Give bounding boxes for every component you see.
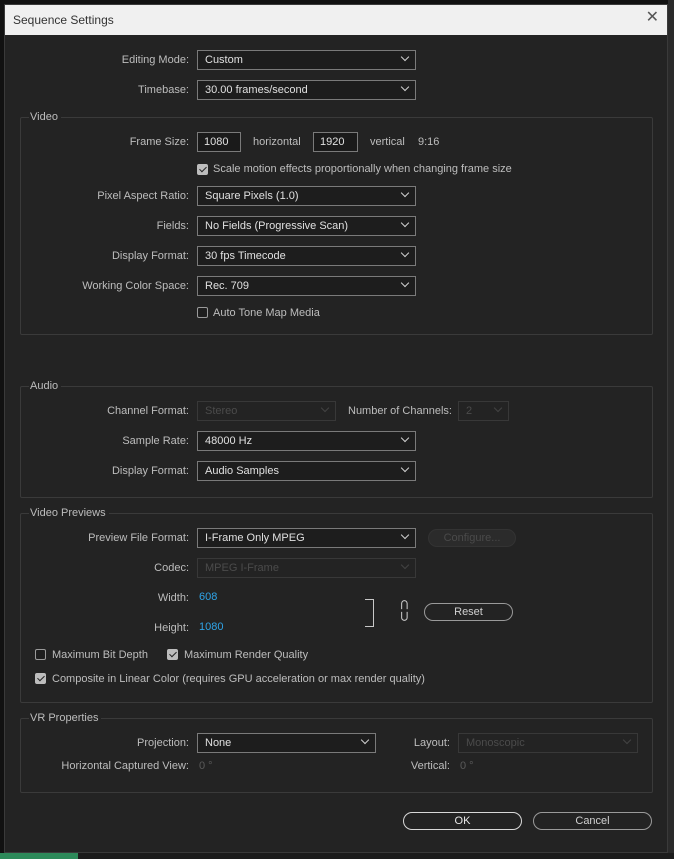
chevron-down-icon (400, 463, 410, 473)
audio-display-format-dropdown[interactable]: Audio Samples (197, 461, 416, 481)
composite-linear-checkbox[interactable] (35, 673, 46, 684)
configure-button: Configure... (428, 529, 516, 547)
layout-dropdown: Monoscopic (458, 733, 638, 753)
channel-format-dropdown: Stereo (197, 401, 336, 421)
frame-size-label: Frame Size: (129, 136, 189, 148)
video-display-format-dropdown[interactable]: 30 fps Timecode (197, 246, 416, 266)
chevron-down-icon (493, 403, 503, 413)
video-previews-group-title: Video Previews (29, 507, 109, 519)
horizontal-label: horizontal (253, 136, 301, 148)
fields-label: Fields: (156, 220, 189, 232)
background-timeline-accent (0, 853, 78, 859)
chevron-down-icon (400, 433, 410, 443)
background-app-right (668, 0, 674, 859)
chevron-down-icon (320, 403, 330, 413)
chevron-down-icon (400, 188, 410, 198)
working-color-label: Working Color Space: (82, 280, 189, 292)
horizontal-captured-view-value: 0 ° (199, 760, 213, 772)
chevron-down-icon (400, 218, 410, 228)
close-icon[interactable]: ✕ (646, 10, 659, 26)
preview-width-label: Width: (157, 592, 189, 604)
auto-tone-checkbox[interactable] (197, 307, 208, 318)
scale-motion-label: Scale motion effects proportionally when… (213, 163, 512, 175)
chevron-down-icon (400, 248, 410, 258)
num-channels-label: Number of Channels: (348, 405, 452, 417)
codec-dropdown: MPEG I-Frame (197, 558, 416, 578)
timebase-label: Timebase: (138, 84, 189, 96)
vr-properties-group (20, 718, 653, 793)
background-app-bottom (0, 853, 674, 859)
title-bar: Sequence Settings ✕ (5, 5, 667, 35)
editing-mode-dropdown[interactable]: Custom (197, 50, 416, 70)
max-render-quality-checkbox[interactable] (167, 649, 178, 660)
max-bit-depth-checkbox[interactable] (35, 649, 46, 660)
timebase-dropdown[interactable]: 30.00 frames/second (197, 80, 416, 100)
reset-button[interactable]: Reset (424, 603, 513, 621)
projection-dropdown[interactable]: None (197, 733, 376, 753)
chevron-down-icon (400, 278, 410, 288)
aspect-ratio-text: 9:16 (418, 136, 440, 148)
chevron-down-icon (400, 82, 410, 92)
max-render-quality-label: Maximum Render Quality (184, 649, 309, 661)
vr-vertical-label: Vertical: (410, 760, 450, 772)
preview-width-value[interactable]: 608 (199, 591, 217, 603)
chevron-down-icon (622, 735, 632, 745)
chevron-down-icon (400, 530, 410, 540)
frame-width-input[interactable]: 1080 (197, 132, 241, 152)
scale-motion-checkbox[interactable] (197, 164, 208, 175)
pixel-aspect-dropdown[interactable]: Square Pixels (1.0) (197, 186, 416, 206)
horizontal-captured-view-label: Horizontal Captured View: (61, 760, 189, 772)
ok-button[interactable]: OK (403, 812, 522, 830)
cancel-button[interactable]: Cancel (533, 812, 652, 830)
video-group-title: Video (29, 111, 61, 123)
fields-dropdown[interactable]: No Fields (Progressive Scan) (197, 216, 416, 236)
pixel-aspect-label: Pixel Aspect Ratio: (97, 190, 189, 202)
composite-linear-label: Composite in Linear Color (requires GPU … (52, 673, 425, 685)
frame-height-input[interactable]: 1920 (313, 132, 358, 152)
link-bracket (365, 599, 374, 627)
num-channels-dropdown: 2 (458, 401, 509, 421)
preview-format-dropdown[interactable]: I-Frame Only MPEG (197, 528, 416, 548)
audio-group-title: Audio (29, 380, 62, 392)
auto-tone-label: Auto Tone Map Media (213, 307, 320, 319)
preview-format-label: Preview File Format: (88, 532, 189, 544)
video-display-format-label: Display Format: (111, 250, 189, 262)
projection-label: Projection: (137, 737, 189, 749)
chevron-down-icon (400, 560, 410, 570)
chevron-down-icon (400, 52, 410, 62)
max-bit-depth-label: Maximum Bit Depth (52, 649, 148, 661)
working-color-dropdown[interactable]: Rec. 709 (197, 276, 416, 296)
sample-rate-label: Sample Rate: (122, 435, 189, 447)
layout-label: Layout: (413, 737, 450, 749)
preview-height-value[interactable]: 1080 (199, 621, 223, 633)
chevron-down-icon (360, 735, 370, 745)
vr-properties-group-title: VR Properties (29, 712, 102, 724)
dialog-title: Sequence Settings (13, 13, 114, 27)
audio-display-format-label: Display Format: (111, 465, 189, 477)
sample-rate-dropdown[interactable]: 48000 Hz (197, 431, 416, 451)
vr-vertical-value: 0 ° (460, 760, 474, 772)
preview-height-label: Height: (154, 622, 189, 634)
vertical-label: vertical (370, 136, 405, 148)
link-icon[interactable]: ⊂⊃ (396, 599, 413, 622)
codec-label: Codec: (154, 562, 189, 574)
sequence-settings-dialog: Sequence Settings ✕ Editing Mode: Custom… (4, 4, 668, 853)
editing-mode-label: Editing Mode: (121, 54, 189, 66)
channel-format-label: Channel Format: (107, 405, 189, 417)
